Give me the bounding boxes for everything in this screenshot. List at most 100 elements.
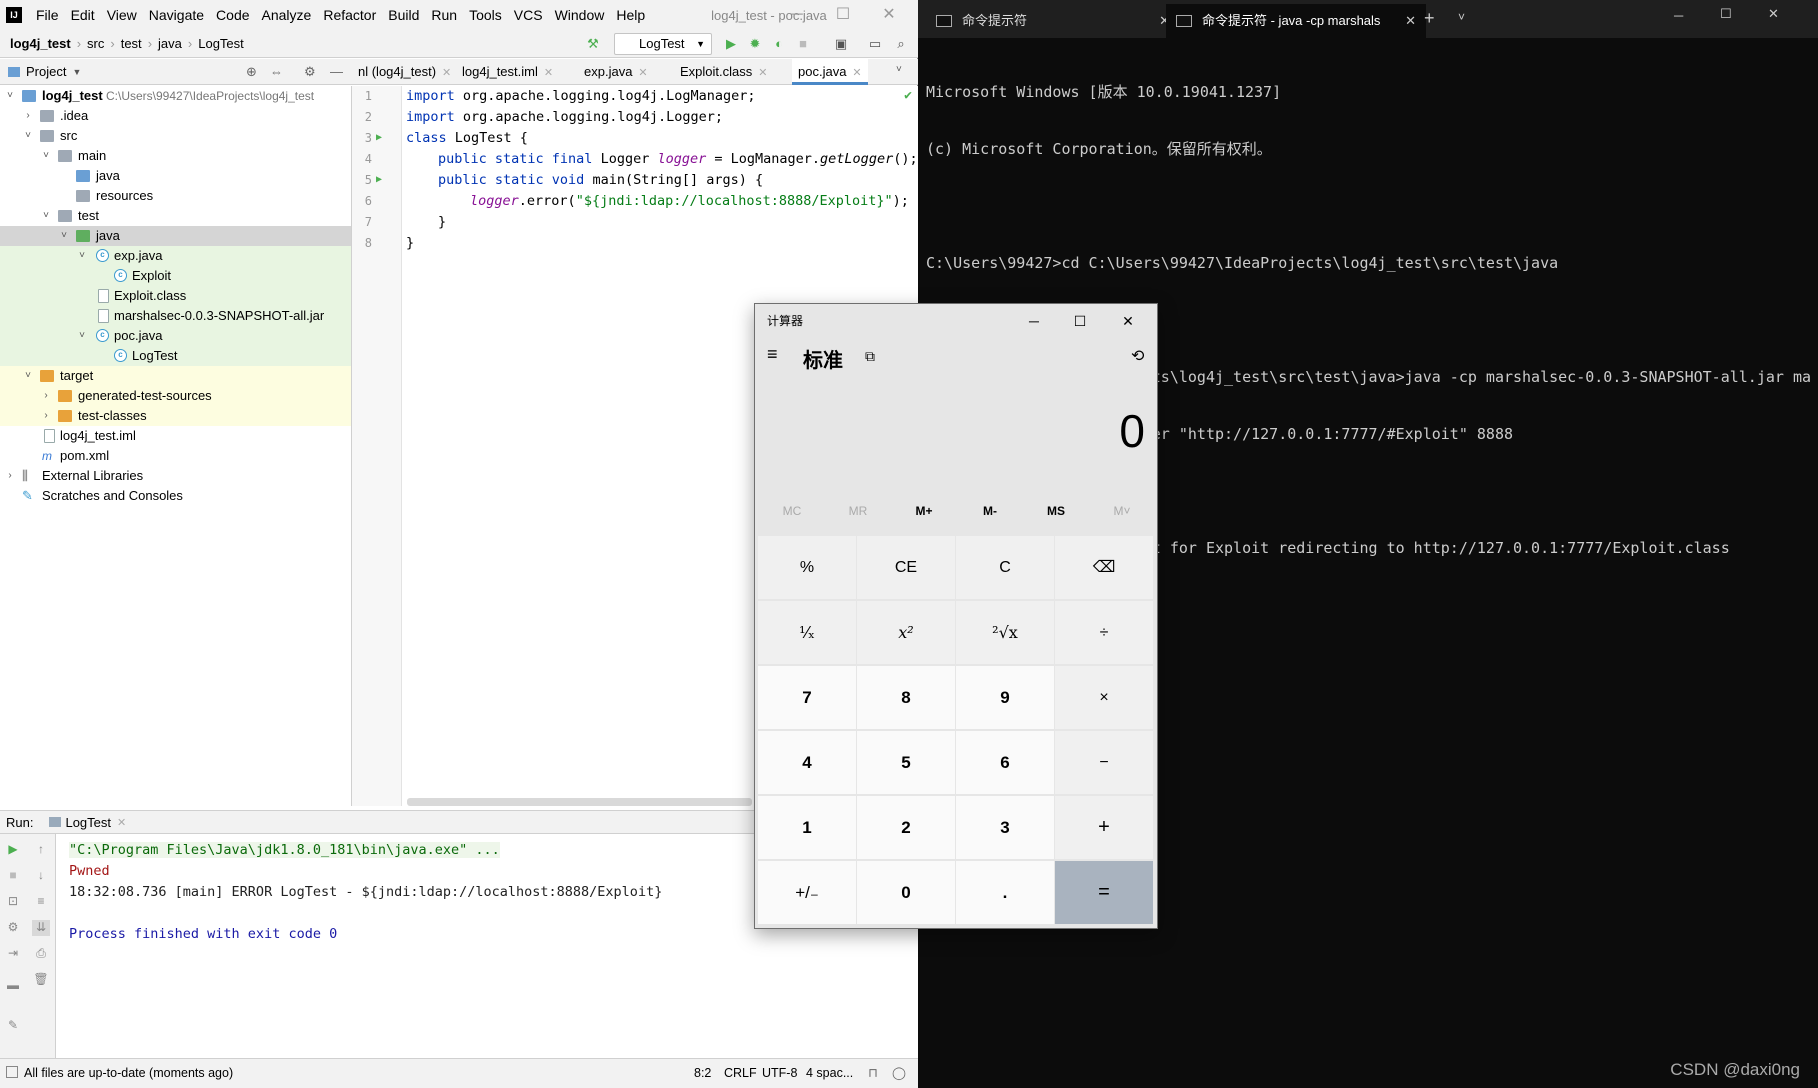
- memory-subtract-button[interactable]: M-: [957, 504, 1023, 518]
- minimize-icon[interactable]: ─: [1011, 306, 1057, 336]
- menu-edit[interactable]: Edit: [65, 0, 101, 30]
- print-icon[interactable]: ⎙: [32, 946, 50, 962]
- tree-item-src[interactable]: ˅ src: [0, 126, 351, 146]
- memory-add-button[interactable]: M+: [891, 504, 957, 518]
- memory-clear-button[interactable]: MC: [759, 504, 825, 518]
- breadcrumb-class[interactable]: LogTest: [198, 36, 244, 51]
- percent-button[interactable]: %: [758, 536, 856, 599]
- digit-2-button[interactable]: 2: [857, 796, 955, 859]
- terminal-tab-2[interactable]: 命令提示符 - java -cp marshals ✕: [1166, 4, 1426, 38]
- reciprocal-button[interactable]: ¹⁄ₓ: [758, 601, 856, 664]
- tree-item-target[interactable]: ˅ target: [0, 366, 351, 386]
- coverage-icon[interactable]: ◐: [770, 35, 788, 53]
- square-root-button[interactable]: ²√x: [956, 601, 1054, 664]
- close-icon[interactable]: ✕: [852, 67, 861, 79]
- chevron-down-icon[interactable]: ˅: [896, 64, 902, 75]
- collapse-all-icon[interactable]: ⇔: [270, 64, 283, 79]
- digit-6-button[interactable]: 6: [956, 731, 1054, 794]
- menu-run[interactable]: Run: [425, 0, 463, 30]
- tab-exp-java[interactable]: exp.java ✕: [578, 59, 654, 85]
- tree-item-jar[interactable]: marshalsec-0.0.3-SNAPSHOT-all.jar: [0, 306, 351, 326]
- memory-list-button[interactable]: M˅: [1089, 504, 1155, 518]
- tree-item-test-java[interactable]: ˅ java: [0, 226, 351, 246]
- digit-4-button[interactable]: 4: [758, 731, 856, 794]
- square-button[interactable]: x²: [857, 601, 955, 664]
- tree-item-main-java[interactable]: java: [0, 166, 351, 186]
- hamburger-menu-icon[interactable]: ≡: [767, 344, 778, 365]
- maximize-icon[interactable]: ☐: [1720, 6, 1732, 22]
- menu-window[interactable]: Window: [549, 0, 611, 30]
- digit-9-button[interactable]: 9: [956, 666, 1054, 729]
- tree-item-exploit-classfile[interactable]: Exploit.class: [0, 286, 351, 306]
- rerun-icon[interactable]: ▶: [4, 842, 22, 858]
- close-icon[interactable]: ✕: [1768, 6, 1779, 22]
- locate-icon[interactable]: ⊕: [246, 64, 257, 80]
- stop-icon[interactable]: ■: [4, 868, 22, 884]
- add-button[interactable]: +: [1055, 796, 1153, 859]
- tree-item-external-libraries[interactable]: › ⫼ External Libraries: [0, 466, 351, 486]
- menu-build[interactable]: Build: [382, 0, 425, 30]
- indent-setting[interactable]: 4 spac...: [806, 1066, 853, 1080]
- line-separator[interactable]: CRLF: [724, 1066, 757, 1080]
- tree-item-pom[interactable]: m pom.xml: [0, 446, 351, 466]
- digit-7-button[interactable]: 7: [758, 666, 856, 729]
- menu-refactor[interactable]: Refactor: [317, 0, 382, 30]
- memory-recall-button[interactable]: MR: [825, 504, 891, 518]
- project-structure-icon[interactable]: ▣: [832, 35, 850, 53]
- close-icon[interactable]: ✕: [442, 67, 451, 79]
- close-icon[interactable]: ✕: [1405, 4, 1416, 38]
- trash-icon[interactable]: 🗑: [32, 972, 50, 988]
- scroll-to-end-icon[interactable]: ⇊: [32, 920, 50, 936]
- debug-icon[interactable]: ✹: [746, 35, 764, 53]
- chevron-down-icon[interactable]: ˅: [1458, 10, 1465, 24]
- backspace-button[interactable]: ⌫: [1055, 536, 1153, 599]
- menu-help[interactable]: Help: [610, 0, 651, 30]
- lock-icon[interactable]: ⊓: [868, 1065, 878, 1080]
- project-panel-title[interactable]: Project: [26, 64, 66, 79]
- divide-button[interactable]: ÷: [1055, 601, 1153, 664]
- tab-exploit-class[interactable]: Exploit.class ✕: [674, 59, 773, 85]
- settings-icon[interactable]: ⚙: [4, 920, 22, 936]
- panel-toggle-icon[interactable]: [6, 1066, 18, 1078]
- soft-wrap-icon[interactable]: ≡: [32, 894, 50, 910]
- menu-navigate[interactable]: Navigate: [143, 0, 210, 30]
- tree-item-exp-java[interactable]: ˅ c exp.java: [0, 246, 351, 266]
- digit-8-button[interactable]: 8: [857, 666, 955, 729]
- minimize-icon[interactable]: ─: [774, 0, 820, 30]
- tree-item-scratches[interactable]: ✎ Scratches and Consoles: [0, 486, 351, 506]
- close-icon[interactable]: ✕: [117, 816, 126, 829]
- keep-on-top-icon[interactable]: ⧉: [865, 348, 875, 365]
- close-icon[interactable]: ✕: [866, 0, 912, 30]
- layout-icon[interactable]: ▬: [4, 978, 22, 994]
- run-gutter-icon[interactable]: ▶: [376, 132, 382, 143]
- breadcrumb-project[interactable]: log4j_test: [10, 36, 71, 51]
- tree-item-test[interactable]: ˅ test: [0, 206, 351, 226]
- menu-vcs[interactable]: VCS: [508, 0, 549, 30]
- close-icon[interactable]: ✕: [544, 67, 553, 79]
- close-icon[interactable]: ✕: [638, 67, 647, 79]
- tree-item-logtest-class[interactable]: c LogTest: [0, 346, 351, 366]
- stop-icon[interactable]: ■: [794, 35, 812, 53]
- tree-item-exploit-class[interactable]: c Exploit: [0, 266, 351, 286]
- maximize-icon[interactable]: ☐: [820, 0, 866, 30]
- file-encoding[interactable]: UTF-8: [762, 1066, 797, 1080]
- clear-entry-button[interactable]: CE: [857, 536, 955, 599]
- camera-icon[interactable]: ⊡: [4, 894, 22, 910]
- hide-panel-icon[interactable]: —: [330, 64, 343, 79]
- digit-3-button[interactable]: 3: [956, 796, 1054, 859]
- digit-5-button[interactable]: 5: [857, 731, 955, 794]
- maximize-icon[interactable]: ☐: [1057, 306, 1103, 336]
- tree-item-iml[interactable]: log4j_test.iml: [0, 426, 351, 446]
- tree-item-test-classes[interactable]: › test-classes: [0, 406, 351, 426]
- tree-item-generated-test-sources[interactable]: › generated-test-sources: [0, 386, 351, 406]
- horizontal-scrollbar[interactable]: [407, 798, 752, 806]
- tree-item-main[interactable]: ˅ main: [0, 146, 351, 166]
- tab-log4j-test-iml[interactable]: log4j_test.iml ✕: [456, 59, 559, 85]
- menu-tools[interactable]: Tools: [463, 0, 508, 30]
- tab-poc-java[interactable]: poc.java ✕: [792, 59, 868, 85]
- menu-analyze[interactable]: Analyze: [256, 0, 318, 30]
- clear-button[interactable]: C: [956, 536, 1054, 599]
- equals-button[interactable]: =: [1055, 861, 1153, 924]
- menu-view[interactable]: View: [101, 0, 143, 30]
- breadcrumb-java[interactable]: java: [158, 36, 182, 51]
